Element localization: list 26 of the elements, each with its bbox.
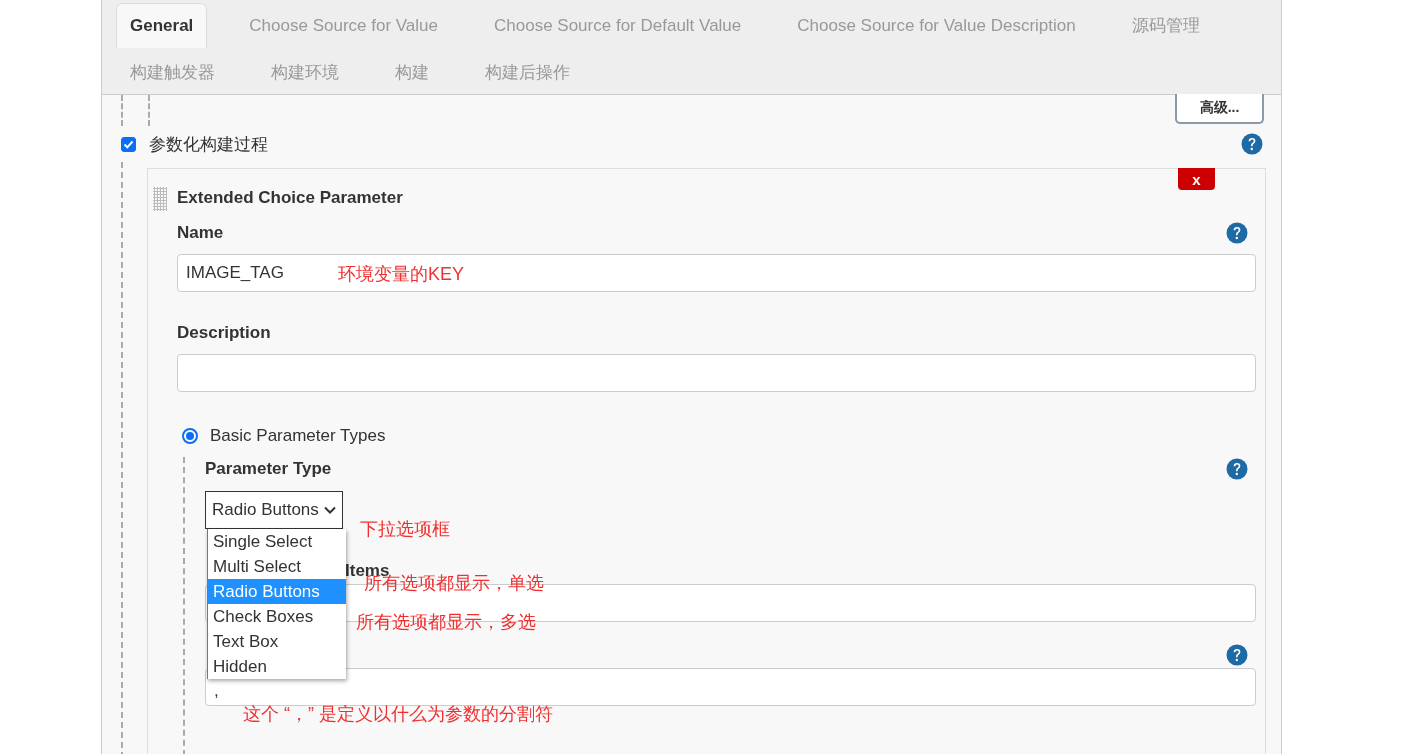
help-icon[interactable] [1226, 644, 1248, 666]
dropdown-option[interactable]: Text Box [208, 629, 346, 654]
tab[interactable]: General [116, 3, 208, 48]
help-icon[interactable] [1241, 133, 1263, 155]
field-label: Description [177, 323, 271, 343]
delete-button[interactable]: x [1178, 168, 1215, 190]
help-icon[interactable] [1226, 222, 1248, 244]
radio-label: Basic Parameter Types [210, 426, 386, 446]
field-label: Name [177, 223, 224, 243]
advanced-button[interactable]: 高级... [1175, 94, 1264, 124]
annotation-text: 下拉选项框 [360, 518, 450, 541]
description-field[interactable] [177, 354, 1256, 392]
annotation-text: 这个 “，” 是定义以什么为参数的分割符 [243, 703, 553, 726]
dropdown-option[interactable]: Multi Select [208, 554, 346, 579]
field-label: Parameter Type [205, 459, 332, 479]
section-title: Extended Choice Parameter [177, 188, 403, 209]
checkbox[interactable] [121, 136, 136, 152]
help-icon[interactable] [1226, 458, 1248, 480]
dropdown-option[interactable]: Single Select [208, 529, 346, 554]
dropdown-option[interactable]: Check Boxes [208, 604, 346, 629]
drag-handle-icon[interactable] [153, 187, 167, 211]
annotation-text: 环境变量的KEY [338, 263, 465, 286]
checkbox-label: 参数化构建过程 [149, 133, 269, 156]
radio-button[interactable] [182, 428, 198, 444]
chevron-down-icon [324, 506, 336, 514]
annotation-text: 所有选项都显示，多选 [356, 611, 536, 634]
